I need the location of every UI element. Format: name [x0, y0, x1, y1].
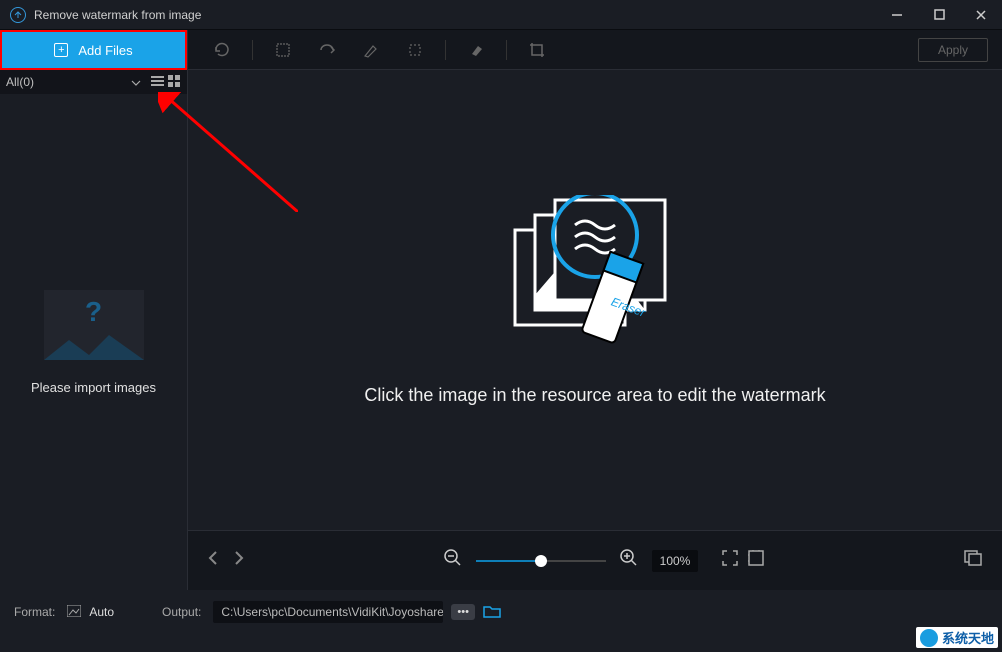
plus-icon: +	[54, 43, 68, 57]
next-button[interactable]	[234, 550, 244, 571]
add-files-label: Add Files	[78, 43, 132, 58]
add-files-button[interactable]: + Add Files	[0, 30, 187, 70]
watermark-badge: 系统天地	[916, 627, 998, 648]
format-value[interactable]: Auto	[89, 605, 114, 619]
eraser-button[interactable]	[456, 36, 496, 64]
crop-button[interactable]	[263, 36, 303, 64]
zoom-slider[interactable]	[476, 560, 606, 562]
minimize-button[interactable]	[876, 0, 918, 30]
placeholder-image-icon: ?	[44, 290, 144, 360]
canvas-area: Eraser Click the image in the resource a…	[188, 70, 1002, 530]
window-controls	[876, 0, 1002, 30]
maximize-button[interactable]	[918, 0, 960, 30]
format-label: Format:	[14, 605, 55, 619]
open-folder-button[interactable]	[483, 604, 501, 621]
sidebar-empty-state: ? Please import images	[0, 94, 187, 590]
footer: Format: Auto Output: C:\Users\pc\Documen…	[0, 590, 1002, 634]
zoom-out-button[interactable]	[444, 549, 462, 572]
eraser-graphic-icon: Eraser	[495, 195, 695, 355]
slider-thumb[interactable]	[535, 555, 547, 567]
content-area: Apply Eraser Click the image in the	[188, 30, 1002, 590]
window-title: Remove watermark from image	[34, 8, 201, 22]
main-area: + Add Files All(0) ? Please import image…	[0, 30, 1002, 590]
sidebar: + Add Files All(0) ? Please import image…	[0, 30, 188, 590]
redo-button[interactable]	[307, 36, 347, 64]
compare-icon[interactable]	[964, 550, 982, 571]
bottom-controls: 100%	[188, 530, 1002, 590]
app-logo-icon	[10, 7, 26, 23]
close-button[interactable]	[960, 0, 1002, 30]
format-icon	[67, 605, 81, 620]
output-label: Output:	[162, 605, 201, 619]
fit-screen-icon[interactable]	[722, 550, 738, 571]
grid-view-icon[interactable]	[168, 75, 181, 90]
refresh-button[interactable]	[202, 36, 242, 64]
filter-label: All(0)	[6, 75, 34, 89]
brush-button[interactable]	[351, 36, 391, 64]
toolbar-divider	[252, 40, 253, 60]
crop-tool-button[interactable]	[517, 36, 557, 64]
actual-size-icon[interactable]	[748, 550, 764, 571]
toolbar: Apply	[188, 30, 1002, 70]
toolbar-divider	[445, 40, 446, 60]
zoom-in-button[interactable]	[620, 549, 638, 572]
chevron-down-icon	[131, 75, 141, 89]
globe-icon	[920, 629, 938, 647]
filter-dropdown[interactable]: All(0)	[0, 70, 187, 94]
toolbar-divider	[506, 40, 507, 60]
titlebar: Remove watermark from image	[0, 0, 1002, 30]
prev-button[interactable]	[208, 550, 218, 571]
lasso-button[interactable]	[395, 36, 435, 64]
canvas-message: Click the image in the resource area to …	[364, 385, 825, 406]
apply-button[interactable]: Apply	[918, 38, 988, 62]
import-message: Please import images	[31, 380, 156, 395]
zoom-value: 100%	[652, 550, 699, 572]
more-button[interactable]: •••	[451, 604, 475, 620]
list-view-icon[interactable]	[151, 75, 164, 90]
output-path: C:\Users\pc\Documents\VidiKit\Joyoshare …	[213, 601, 443, 623]
